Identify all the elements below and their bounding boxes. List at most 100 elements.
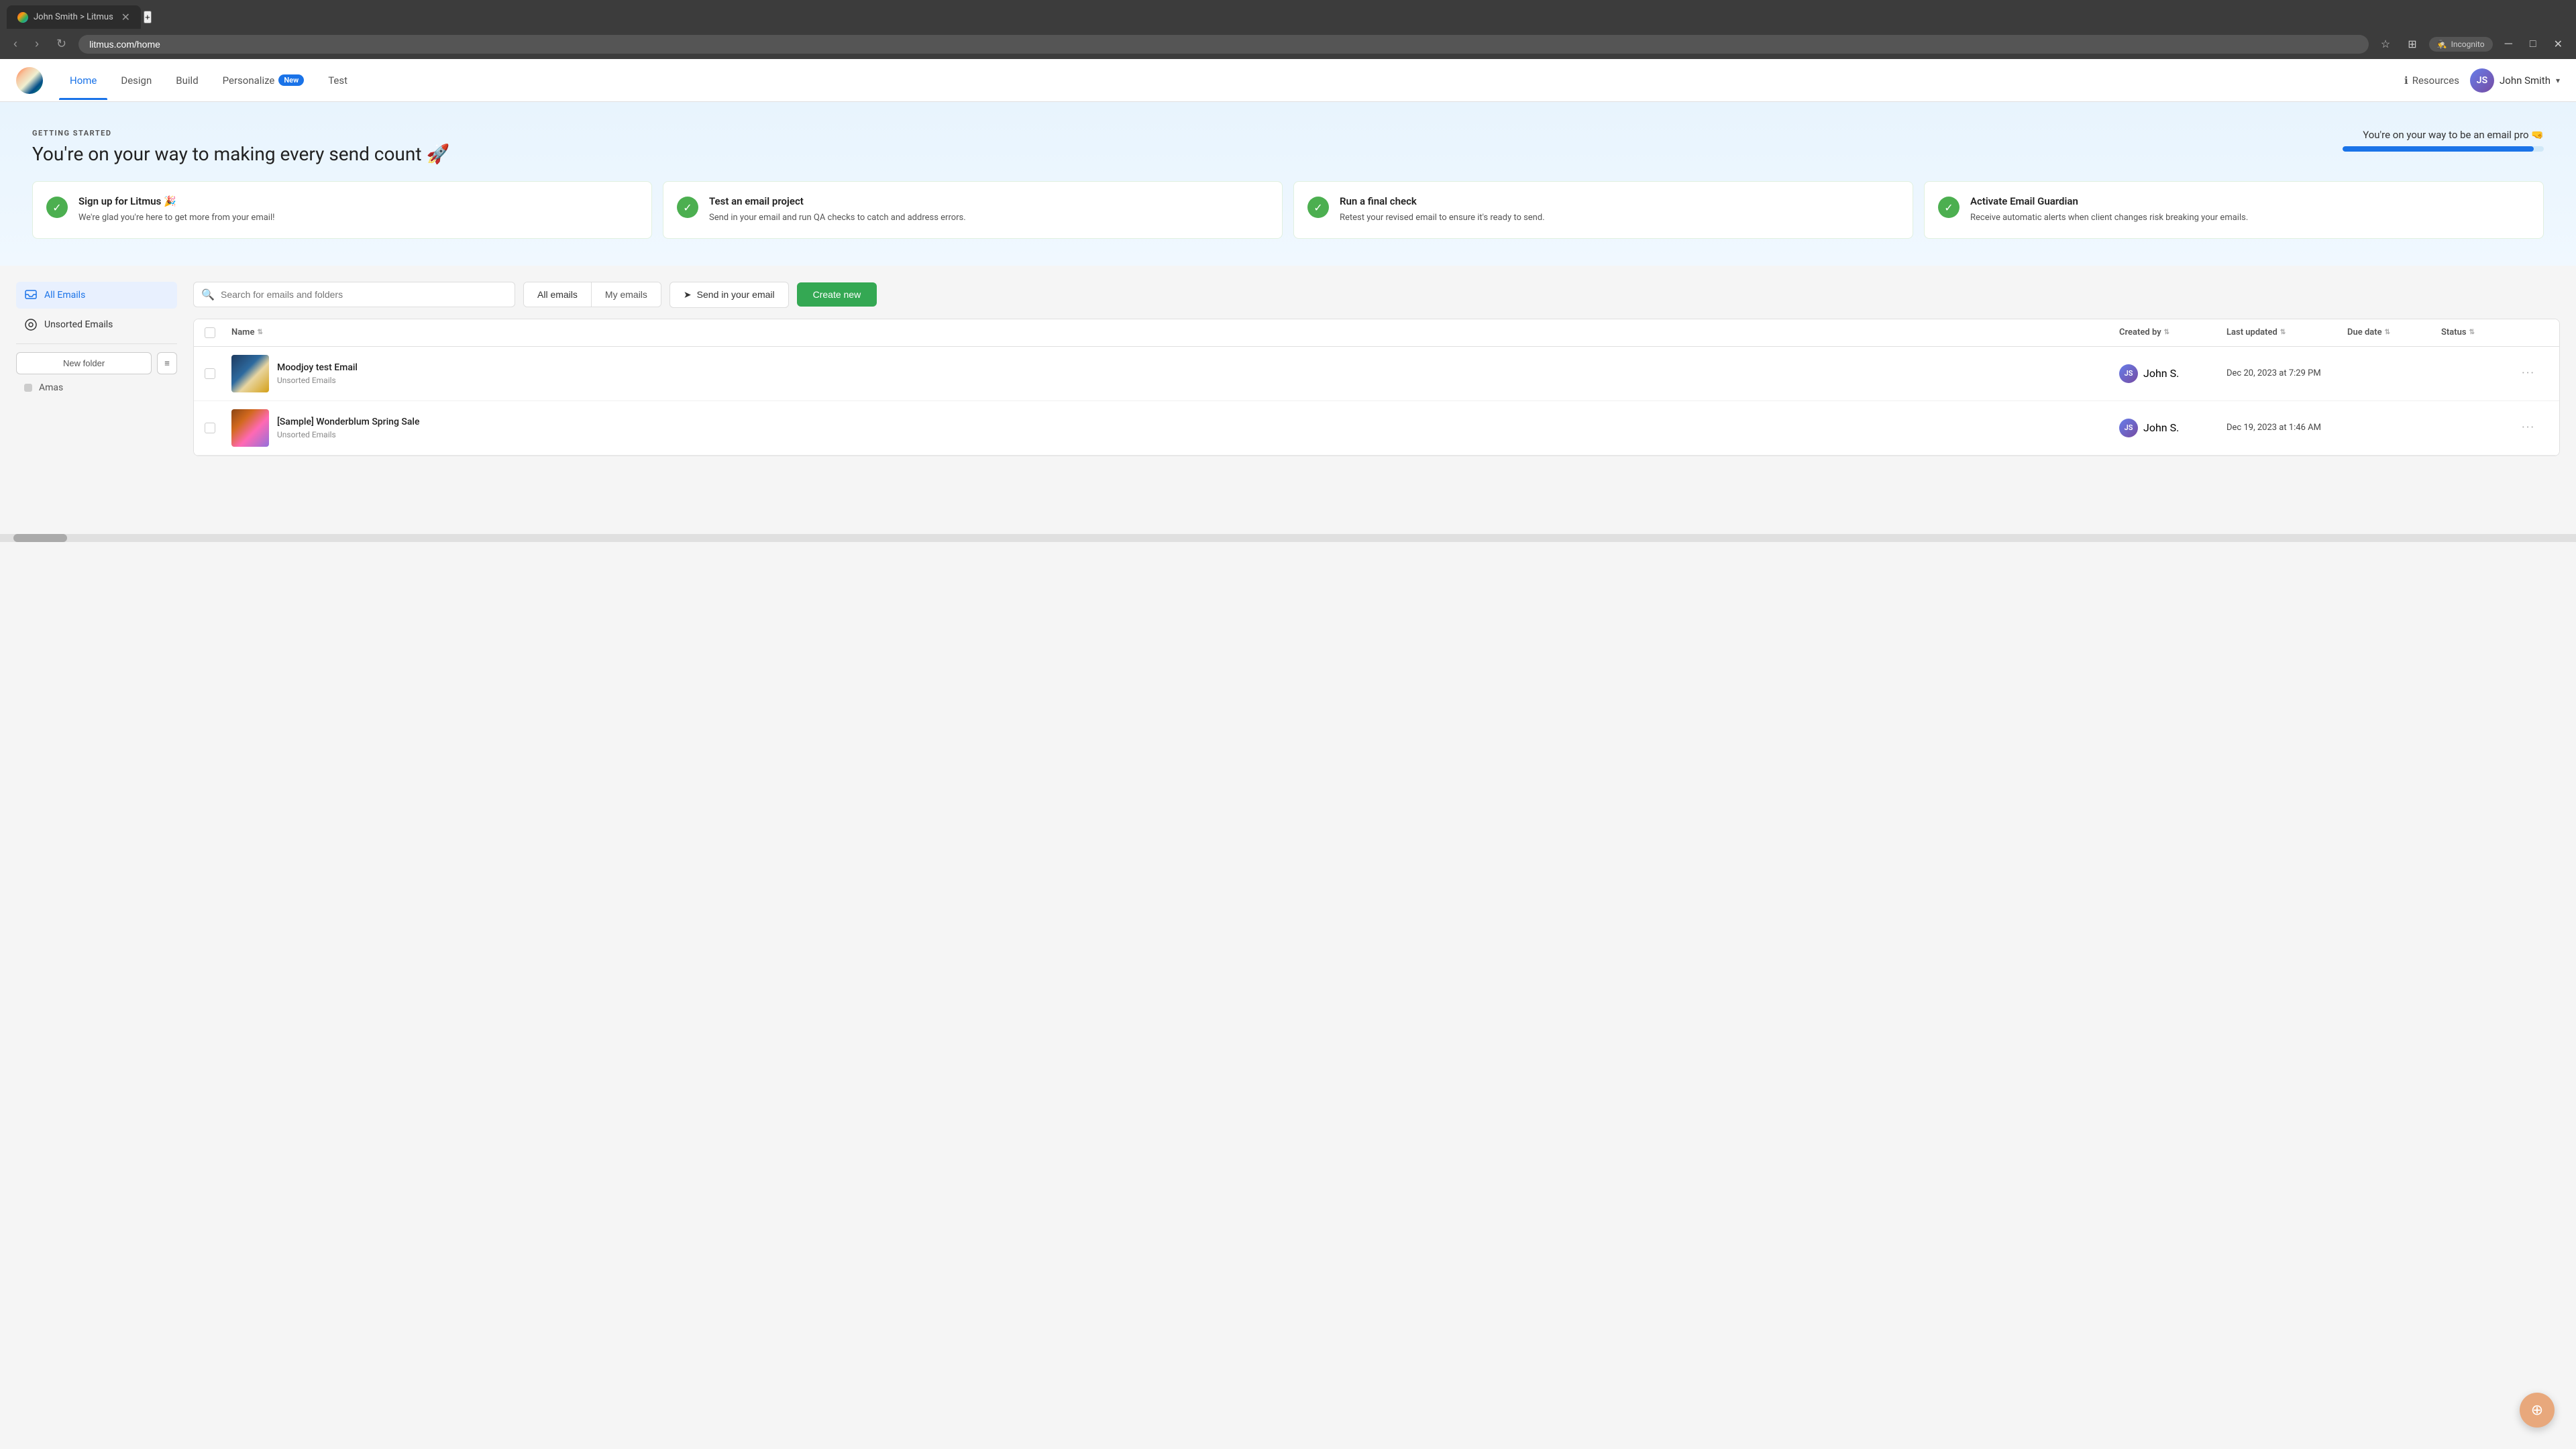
table-row[interactable]: [Sample] Wonderblum Spring Sale Unsorted… (194, 401, 2559, 455)
nav-personalize[interactable]: Personalize New (212, 61, 315, 100)
sort-last-updated-icon[interactable]: ⇅ (2280, 329, 2286, 336)
table-header: Name ⇅ Created by ⇅ Last updated ⇅ Due d… (194, 319, 2559, 347)
sidebar-folder-amas[interactable]: Amas (16, 377, 177, 398)
resources-button[interactable]: ℹ Resources (2404, 74, 2459, 87)
nav-build[interactable]: Build (165, 61, 209, 100)
horizontal-scrollbar[interactable] (0, 534, 2576, 542)
tab-bar: John Smith > Litmus ✕ + (0, 0, 2576, 29)
card-desc-3: Receive automatic alerts when client cha… (1970, 211, 2530, 225)
toolbar: 🔍 All emails My emails ➤ Send in your em… (193, 282, 2560, 308)
row-1-last-updated: Dec 19, 2023 at 1:46 AM (2226, 423, 2347, 433)
row-1-thumbnail (231, 409, 269, 447)
menu-lines-icon: ≡ (164, 358, 170, 368)
folder-menu-button[interactable]: ≡ (157, 352, 177, 374)
new-folder-button[interactable]: New folder (16, 352, 152, 374)
hero-right: You're on your way to be an email pro 🤜 (2343, 129, 2544, 152)
user-profile-button[interactable]: JS John Smith ▾ (2470, 68, 2560, 93)
check-icon-0: ✓ (46, 197, 68, 218)
maximize-button[interactable]: □ (2524, 36, 2542, 53)
col-header-due-date: Due date ⇅ (2347, 327, 2441, 337)
col-header-last-updated: Last updated ⇅ (2226, 327, 2347, 337)
check-icon-3: ✓ (1938, 197, 1960, 218)
sort-status-icon[interactable]: ⇅ (2469, 329, 2475, 336)
sort-name-icon[interactable]: ⇅ (257, 329, 262, 336)
row-0-actions-button[interactable]: ··· (2522, 366, 2548, 380)
bookmark-button[interactable]: ☆ (2375, 35, 2396, 54)
table-row[interactable]: Moodjoy test Email Unsorted Emails JS Jo… (194, 347, 2559, 401)
nav-design-label: Design (121, 74, 152, 87)
hero-title: You're on your way to making every send … (32, 143, 449, 165)
nav-bar: ‹ › ↻ ☆ ⊞ 🕵 Incognito ─ □ ✕ (0, 29, 2576, 59)
sort-due-date-icon[interactable]: ⇅ (2385, 329, 2390, 336)
col-header-name: Name ⇅ (231, 327, 2119, 337)
card-desc-2: Retest your revised email to ensure it's… (1340, 211, 1899, 225)
search-icon: 🔍 (201, 288, 215, 301)
row-0-last-updated: Dec 20, 2023 at 7:29 PM (2226, 368, 2347, 378)
close-button[interactable]: ✕ (2548, 35, 2568, 54)
active-tab[interactable]: John Smith > Litmus ✕ (7, 5, 141, 29)
row-0-checkbox[interactable] (205, 368, 215, 379)
nav-design[interactable]: Design (110, 61, 162, 100)
send-email-button[interactable]: ➤ Send in your email (669, 282, 789, 308)
nav-home-label: Home (70, 74, 97, 87)
my-emails-filter-button[interactable]: My emails (592, 282, 661, 307)
back-button[interactable]: ‹ (8, 34, 23, 54)
app-logo[interactable] (16, 67, 43, 94)
sort-created-by-icon[interactable]: ⇅ (2164, 329, 2169, 336)
nav-test[interactable]: Test (317, 61, 358, 100)
row-1-checkbox[interactable] (205, 423, 215, 433)
row-1-creator-name: John S. (2143, 421, 2179, 434)
checklist-card-0: ✓ Sign up for Litmus 🎉 We're glad you're… (32, 181, 652, 239)
avatar: JS (2470, 68, 2494, 93)
sidebar-item-unsorted[interactable]: Unsorted Emails (16, 311, 177, 338)
personalize-badge: New (278, 74, 304, 86)
help-button[interactable]: ⊕ (2520, 1393, 2555, 1428)
check-icon-1: ✓ (677, 197, 698, 218)
card-title-0: Sign up for Litmus 🎉 (78, 195, 638, 207)
search-input[interactable] (193, 282, 515, 307)
extensions-button[interactable]: ⊞ (2402, 35, 2422, 54)
checklist-card-3: ✓ Activate Email Guardian Receive automa… (1924, 181, 2544, 239)
incognito-icon: 🕵 (2437, 40, 2447, 49)
row-0-thumbnail (231, 355, 269, 392)
address-bar[interactable] (78, 35, 2369, 54)
col-due-date-label: Due date (2347, 327, 2382, 337)
row-0-created-by: JS John S. (2119, 364, 2226, 383)
card-desc-0: We're glad you're here to get more from … (78, 211, 638, 225)
tab-close-button[interactable]: ✕ (121, 11, 130, 23)
send-email-label: Send in your email (697, 289, 775, 300)
col-status-label: Status (2441, 327, 2467, 337)
nav-personalize-label: Personalize (223, 74, 275, 87)
row-0-name-group: Moodjoy test Email Unsorted Emails (277, 362, 358, 385)
row-0-creator-name: John S. (2143, 367, 2179, 380)
unsorted-icon (24, 318, 38, 331)
select-all-checkbox[interactable] (205, 327, 215, 338)
nav-home[interactable]: Home (59, 61, 107, 100)
all-emails-filter-button[interactable]: All emails (524, 282, 592, 307)
minimize-button[interactable]: ─ (2500, 36, 2518, 53)
sidebar-divider (16, 343, 177, 344)
card-content-2: Run a final check Retest your revised em… (1340, 195, 1899, 225)
sidebar-unsorted-label: Unsorted Emails (44, 319, 113, 330)
sidebar-item-all-emails[interactable]: All Emails (16, 282, 177, 309)
row-1-actions-button[interactable]: ··· (2522, 421, 2548, 435)
reload-button[interactable]: ↻ (51, 34, 72, 54)
card-content-3: Activate Email Guardian Receive automati… (1970, 195, 2530, 225)
folder-color-dot (24, 384, 32, 392)
progress-bar-container (2343, 146, 2544, 152)
main-content: 🔍 All emails My emails ➤ Send in your em… (193, 282, 2560, 518)
hero-section: GETTING STARTED You're on your way to ma… (0, 102, 2576, 266)
new-tab-button[interactable]: + (144, 11, 152, 23)
scrollbar-thumb[interactable] (13, 534, 67, 542)
forward-button[interactable]: › (30, 34, 44, 54)
email-section: All Emails Unsorted Emails New folder ≡ … (0, 266, 2576, 534)
check-icon-2: ✓ (1307, 197, 1329, 218)
col-created-by-label: Created by (2119, 327, 2161, 337)
col-last-updated-label: Last updated (2226, 327, 2277, 337)
progress-bar (2343, 146, 2534, 152)
create-new-button[interactable]: Create new (797, 282, 877, 307)
card-title-2: Run a final check (1340, 195, 1899, 207)
checklist-card-1: ✓ Test an email project Send in your ema… (663, 181, 1283, 239)
browser-chrome: John Smith > Litmus ✕ + ‹ › ↻ ☆ ⊞ 🕵 Inco… (0, 0, 2576, 59)
sidebar-all-emails-label: All Emails (44, 290, 85, 301)
